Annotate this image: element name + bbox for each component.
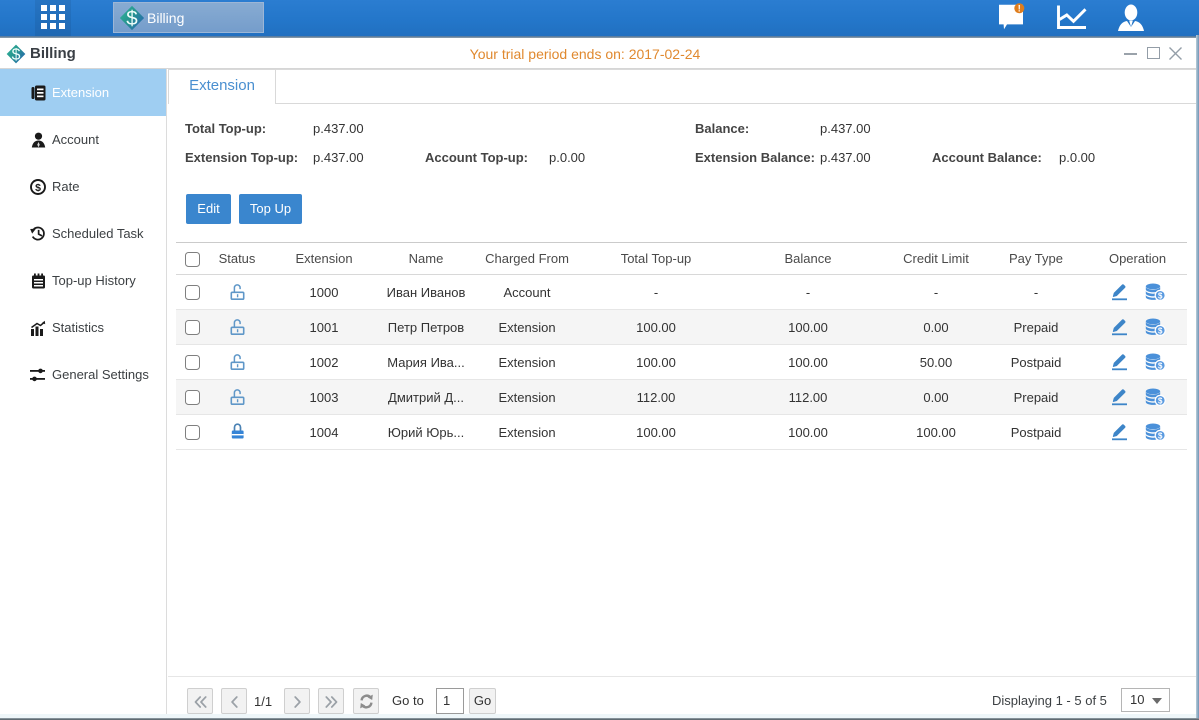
svg-text:$: $ xyxy=(1157,291,1162,300)
svg-text:$: $ xyxy=(1157,326,1162,335)
svg-text:!: ! xyxy=(1018,4,1021,14)
svg-text:$: $ xyxy=(126,7,138,30)
svg-text:$: $ xyxy=(1157,361,1162,370)
svg-text:$: $ xyxy=(1157,431,1162,440)
svg-text:$: $ xyxy=(35,182,41,194)
svg-text:$: $ xyxy=(1157,396,1162,405)
